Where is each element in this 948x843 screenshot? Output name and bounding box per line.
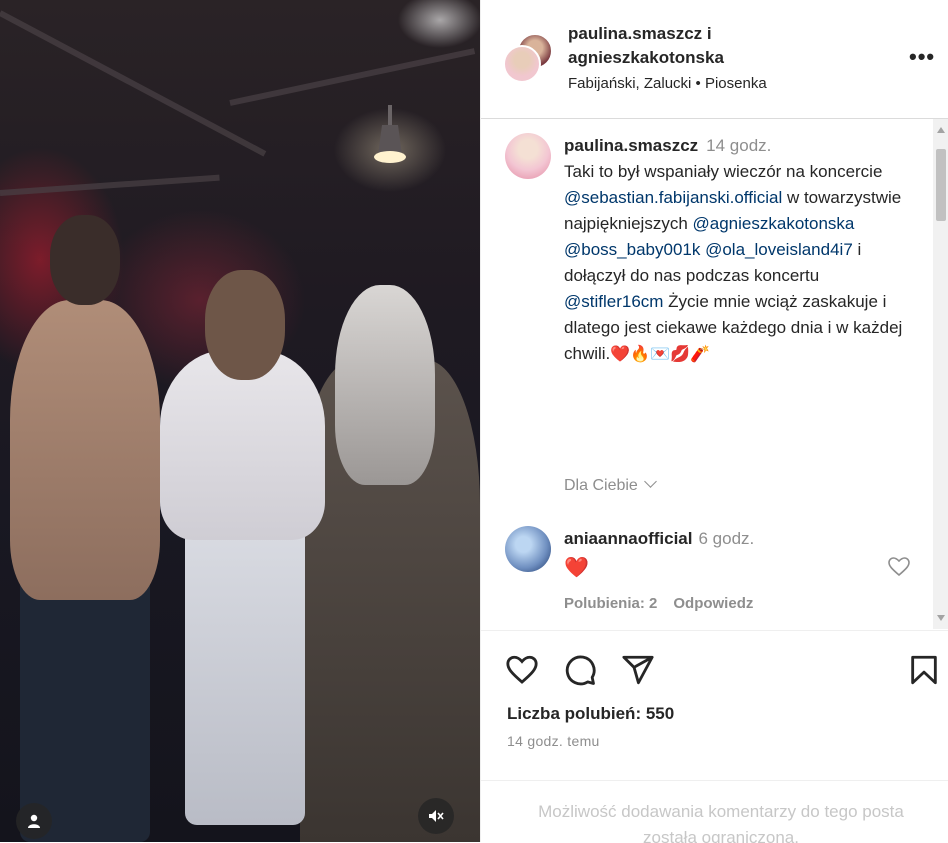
more-options-button[interactable]: ••• — [909, 44, 935, 70]
person-body — [10, 300, 160, 600]
person-legs — [20, 560, 150, 842]
audio-link[interactable]: Fabijański, Zalucki • Piosenka — [568, 75, 767, 92]
mute-button[interactable] — [418, 798, 454, 834]
scrollbar[interactable] — [933, 119, 948, 629]
collab-avatars[interactable] — [503, 33, 553, 83]
speaker-muted-icon — [429, 810, 444, 822]
mention-link[interactable]: @agnieszkakotonska — [693, 214, 855, 233]
author-2[interactable]: agnieszkakotonska — [568, 46, 724, 70]
comment-icon[interactable] — [563, 653, 597, 687]
stage-lamp — [374, 105, 406, 163]
for-you-toggle[interactable]: Dla Ciebie — [564, 475, 657, 495]
mention-link[interactable]: @ola_loveisland4i7 — [705, 240, 853, 259]
mention-link[interactable]: @stifler16cm — [564, 292, 663, 311]
scrollbar-thumb[interactable] — [936, 149, 946, 221]
avatar[interactable] — [505, 133, 551, 179]
scroll-down-arrow[interactable] — [937, 615, 945, 621]
user-icon — [28, 814, 40, 828]
heart-icon[interactable] — [887, 555, 911, 579]
post-video[interactable] — [0, 0, 480, 842]
comment-meta: Polubienia: 2 Odpowiedz — [564, 595, 769, 612]
person-head — [335, 285, 435, 485]
bookmark-icon[interactable] — [907, 653, 941, 687]
comments-restricted-text: Możliwość dodawania komentarzy do tego p… — [538, 802, 904, 843]
post-caption: paulina.smaszcz 14 godz. Taki to był wspa… — [564, 133, 904, 368]
for-you-label: Dla Ciebie — [564, 477, 638, 494]
avatar[interactable] — [505, 526, 551, 572]
post-date[interactable]: 14 godz. temu — [507, 733, 600, 749]
person-head — [205, 270, 285, 380]
author-1[interactable]: paulina.smaszcz i — [568, 22, 724, 46]
scroll-up-arrow[interactable] — [937, 127, 945, 133]
comments-restricted-notice: Możliwość dodawania komentarzy do tego p… — [481, 780, 948, 843]
chevron-down-icon — [643, 475, 657, 488]
person-legs — [185, 525, 305, 825]
avatar — [503, 45, 541, 83]
likes-count[interactable]: Liczba polubień: 550 — [507, 704, 674, 724]
mention-link[interactable]: @boss_baby001k — [564, 240, 700, 259]
post-side-panel: paulina.smaszcz i agnieszkakotonska Fabi… — [480, 0, 948, 843]
comment-text: ❤️ — [564, 557, 589, 579]
person-head — [50, 215, 120, 305]
tagged-users-button[interactable] — [16, 803, 52, 839]
comment-username[interactable]: aniaannaofficial — [564, 529, 692, 548]
caption-username[interactable]: paulina.smaszcz — [564, 136, 698, 155]
reply-button[interactable]: Odpowiedz — [673, 595, 753, 612]
heart-icon[interactable] — [505, 653, 539, 687]
send-icon[interactable] — [621, 653, 655, 687]
mention-link[interactable]: @sebastian.fabijanski.official — [564, 188, 782, 207]
post-authors[interactable]: paulina.smaszcz i agnieszkakotonska — [568, 22, 724, 70]
comments-scroll-area[interactable]: paulina.smaszcz 14 godz. Taki to był wspa… — [481, 119, 933, 629]
caption-emojis: ❤️🔥💌💋🧨 — [610, 346, 710, 363]
caption-time[interactable]: 14 godz. — [706, 136, 771, 155]
comment-header: aniaannaofficial 6 godz. — [564, 529, 754, 549]
action-bar — [481, 630, 948, 711]
post-header: paulina.smaszcz i agnieszkakotonska Fabi… — [481, 0, 948, 119]
comment-time[interactable]: 6 godz. — [698, 529, 754, 548]
caption-text: Taki to był wspaniały wieczór na koncerc… — [564, 162, 883, 181]
comment-likes[interactable]: Polubienia: 2 — [564, 595, 657, 612]
